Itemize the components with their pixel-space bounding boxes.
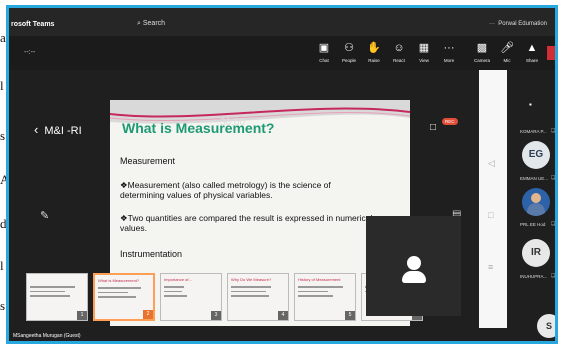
user-name[interactable]: Porwal Edumation	[498, 21, 547, 27]
recording-badge: REC	[442, 118, 458, 125]
person-icon-head	[407, 256, 421, 270]
pin-icon[interactable]: ▪	[529, 100, 532, 109]
participant-avatar[interactable]: IR	[522, 239, 550, 267]
participant-name: EMMAN UE...	[520, 176, 549, 181]
more-button[interactable]: ··· More	[437, 42, 461, 63]
view-icon: ▦	[418, 42, 430, 54]
title-bar: rosoft Teams ⌕ Search ··· Porwal Edumati…	[9, 8, 555, 37]
camera-icon: ▩	[476, 42, 488, 54]
react-button[interactable]: ☺ React	[387, 42, 411, 63]
more-icon: ···	[443, 42, 455, 54]
mic-icon: 🎤︎	[500, 42, 514, 54]
mic-icon: ❏	[551, 273, 556, 279]
chat-button[interactable]: ▣ Chat	[312, 42, 336, 63]
participant-name: KOMARA P...	[520, 129, 547, 134]
active-speaker-name: MSangeetha Murugan (Guest)	[13, 333, 81, 339]
presentation-name: M&I -RI	[44, 125, 82, 137]
slide-heading-instrumentation: Instrumentation	[120, 249, 183, 259]
recording-icon[interactable]: □	[430, 122, 436, 133]
slide-thumbnail[interactable]: Why Do We Measure? 4	[227, 273, 289, 321]
participant-avatar[interactable]: EG	[522, 141, 550, 169]
slide-thumbnail-active[interactable]: What is Measurement? 2	[93, 273, 155, 321]
slide-heading-measurement: Measurement	[120, 156, 176, 166]
participant-avatar-photo[interactable]	[522, 188, 550, 216]
participant-avatar[interactable]: S	[537, 314, 555, 338]
slide-title: What is Measurement?	[122, 120, 275, 136]
raise-hand-icon: ✋	[367, 42, 381, 54]
slide-overview-icon[interactable]: □	[488, 210, 493, 220]
chat-icon: ▣	[318, 42, 330, 54]
app-title: rosoft Teams	[11, 21, 55, 28]
mic-icon: ❏	[551, 175, 556, 181]
menu-icon[interactable]: ≡	[488, 262, 493, 272]
slide-thumbnail[interactable]: History of Measurement 5	[294, 273, 356, 321]
participants-panel: ▪ KOMARA P... ❏ EG EMMAN UE... ❏ PRL EE …	[509, 70, 556, 330]
slide-paragraph-2: ❖Two quantities are compared the result …	[120, 213, 373, 233]
participant-name: PRL EE Hod	[520, 222, 546, 227]
share-icon: ▲	[526, 42, 538, 54]
mic-icon: ❏	[551, 221, 556, 227]
participant-name: INUHUPRA...	[520, 274, 548, 279]
people-icon: ⚇	[344, 42, 354, 54]
react-icon: ☺	[393, 42, 405, 54]
chevron-left-icon: ‹	[34, 122, 39, 137]
share-button[interactable]: ▲ Share	[520, 42, 544, 63]
view-button[interactable]: ▦ View	[412, 42, 436, 63]
camera-button[interactable]: ▩ Camera	[470, 42, 494, 63]
mic-button[interactable]: 🎤︎ Mic	[495, 42, 519, 63]
leave-button[interactable]	[547, 46, 555, 60]
raise-hand-button[interactable]: ✋ Raise	[362, 42, 386, 63]
call-timer: --:--	[24, 49, 36, 56]
self-video-tile[interactable]	[366, 216, 461, 316]
previous-slide-icon[interactable]: ◁	[488, 158, 495, 169]
person-icon-body	[402, 271, 426, 283]
call-toolbar: --:-- ▣ Chat ⚇ People ✋ Raise ☺ React ▦ View …	[9, 36, 555, 70]
more-options-icon[interactable]: ···	[489, 21, 495, 27]
mic-icon: ❏	[551, 128, 556, 134]
back-to-presentation-button[interactable]: ‹ M&I -RI	[34, 122, 82, 137]
slide-thumbnail[interactable]: Importance of... 3	[160, 273, 222, 321]
people-button[interactable]: ⚇ People	[337, 42, 361, 63]
presenter-controls: ◁ □ ≡	[479, 70, 507, 328]
slide-paragraph-1: ❖Measurement (also called metrology) is …	[120, 180, 331, 200]
search-placeholder: Search	[142, 20, 166, 27]
slide-thumbnail[interactable]: 1	[26, 273, 88, 321]
pen-icon[interactable]: ✎	[40, 209, 49, 222]
search-box[interactable]: ⌕ Search	[137, 20, 165, 28]
teams-window: rosoft Teams ⌕ Search ··· Porwal Edumati…	[6, 5, 558, 344]
